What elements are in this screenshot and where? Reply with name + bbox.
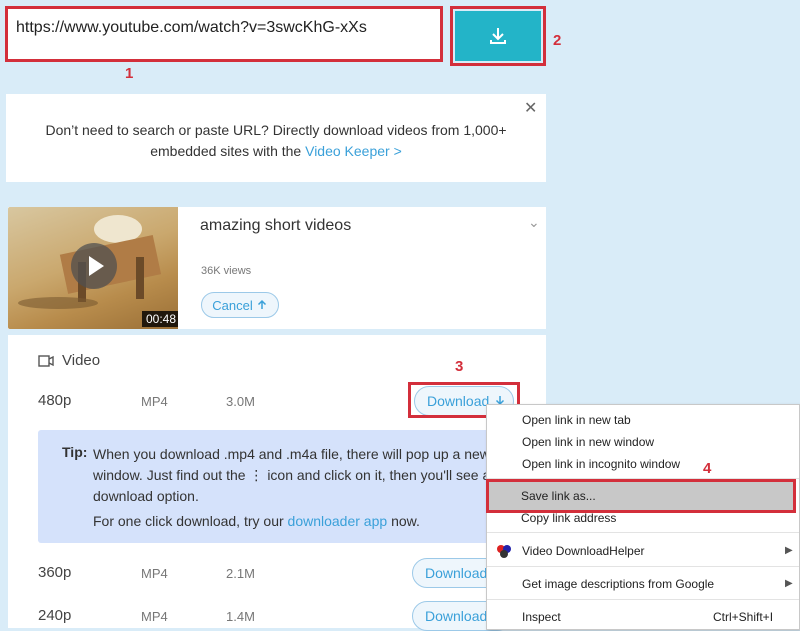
menu-copy-link-address[interactable]: Copy link address	[521, 511, 616, 525]
menu-open-incognito[interactable]: Open link in incognito window	[522, 457, 680, 471]
promo-text: Don’t need to search or paste URL? Direc…	[36, 120, 516, 162]
menu-open-new-window[interactable]: Open link in new window	[522, 435, 654, 449]
menu-separator	[487, 532, 799, 533]
menu-video-downloadhelper[interactable]: Video DownloadHelper	[522, 544, 645, 558]
row-240p-format: MP4	[141, 609, 168, 624]
submenu-arrow-icon: ▶	[785, 545, 793, 556]
menu-image-descriptions[interactable]: Get image descriptions from Google	[522, 577, 714, 591]
close-icon[interactable]: ✕	[524, 98, 537, 118]
video-section-label: Video	[62, 352, 101, 369]
download-240p-label: Download	[425, 608, 488, 624]
download-button[interactable]	[455, 11, 541, 61]
menu-inspect[interactable]: Inspect	[522, 610, 561, 624]
step-label-1: 1	[125, 65, 134, 82]
row-360p-size: 2.1M	[226, 566, 255, 581]
play-button[interactable]	[71, 243, 117, 289]
tip-app-after: now.	[391, 513, 420, 529]
step-label-4: 4	[703, 460, 712, 477]
download-360p-label: Download	[425, 565, 488, 581]
tip-text: When you download .mp4 and .m4a file, th…	[93, 446, 491, 504]
menu-separator	[487, 566, 799, 567]
submenu-arrow-icon: ▶	[785, 578, 793, 589]
chevron-down-icon[interactable]: ⌄	[528, 214, 540, 231]
download-icon	[490, 28, 506, 44]
promo-message: Don’t need to search or paste URL? Direc…	[45, 122, 507, 159]
video-section-header: Video	[38, 352, 100, 369]
save-link-outline	[486, 479, 796, 513]
menu-open-new-tab[interactable]: Open link in new tab	[522, 413, 631, 427]
video-icon	[38, 354, 54, 367]
row-480p-format: MP4	[141, 394, 168, 409]
step-label-2: 2	[553, 32, 562, 49]
tip-app-line: For one click download, try our download…	[93, 513, 420, 529]
video-thumbnail[interactable]: 00:48	[8, 207, 178, 329]
video-duration: 00:48	[142, 311, 178, 327]
play-icon	[89, 256, 104, 276]
row-360p-format: MP4	[141, 566, 168, 581]
arrow-up-icon	[257, 299, 266, 309]
downloader-app-link[interactable]: downloader app	[288, 513, 388, 529]
menu-separator	[487, 599, 799, 600]
cancel-button[interactable]: Cancel	[201, 292, 279, 318]
tip-label: Tip:	[62, 444, 88, 460]
url-input-value[interactable]: https://www.youtube.com/watch?v=3swcKhG-…	[16, 19, 367, 37]
video-keeper-link[interactable]: Video Keeper >	[305, 143, 402, 159]
promo-banner: ✕ Don’t need to search or paste URL? Dir…	[6, 94, 546, 182]
video-downloadhelper-icon	[497, 545, 511, 558]
row-240p-quality: 240p	[38, 607, 72, 624]
video-views: 36K views	[201, 265, 252, 277]
inspect-shortcut: Ctrl+Shift+I	[713, 610, 774, 624]
row-480p-size: 3.0M	[226, 394, 255, 409]
video-title: amazing short videos	[200, 217, 352, 234]
cancel-label: Cancel	[212, 297, 253, 313]
tip-app-before: For one click download, try our	[93, 513, 284, 529]
row-360p-quality: 360p	[38, 564, 72, 581]
step-label-3: 3	[455, 358, 464, 375]
row-240p-size: 1.4M	[226, 609, 255, 624]
row-480p-quality: 480p	[38, 392, 72, 409]
